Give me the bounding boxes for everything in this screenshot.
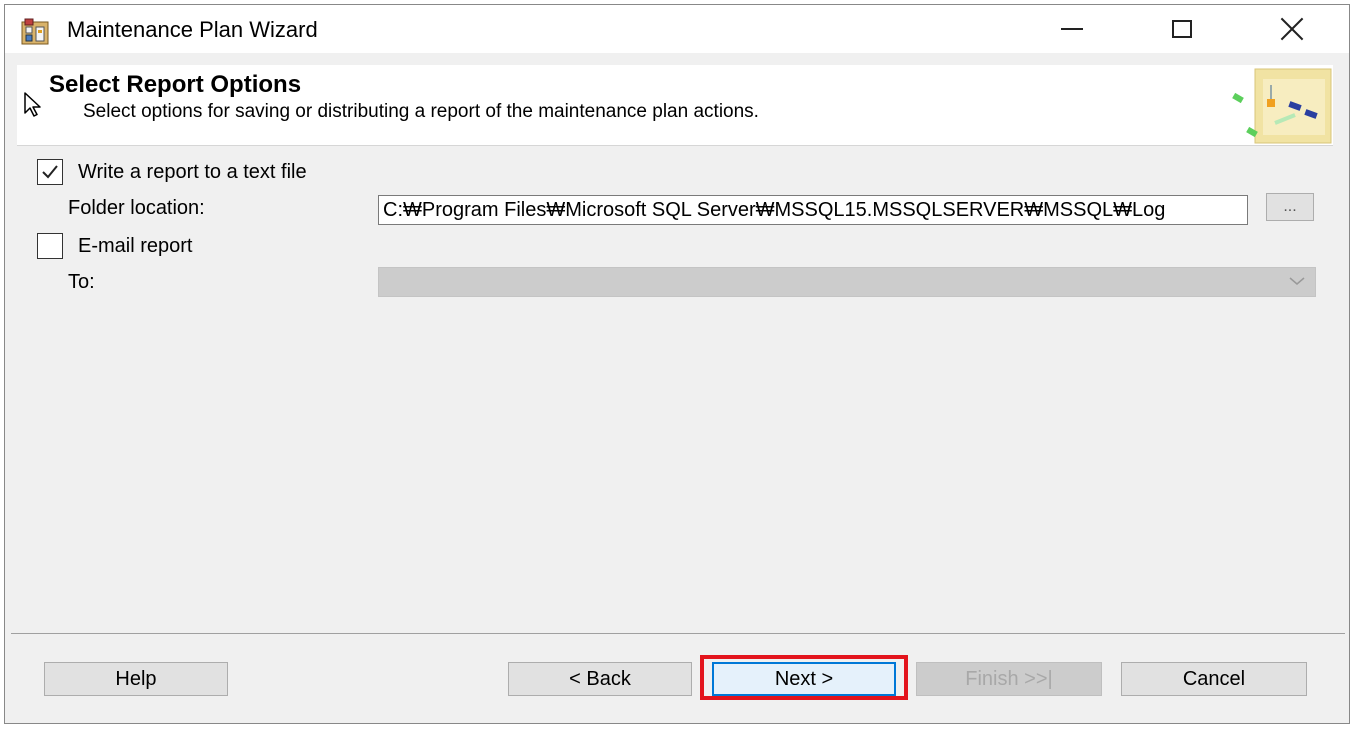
- wizard-app-icon: [21, 17, 51, 45]
- email-report-checkbox[interactable]: [37, 233, 63, 259]
- page-title: Select Report Options: [49, 71, 302, 98]
- to-operator-dropdown: [378, 267, 1316, 297]
- back-button[interactable]: < Back: [508, 662, 692, 696]
- checkmark-icon: [42, 165, 58, 179]
- footer-separator: [11, 633, 1345, 634]
- mouse-pointer-icon: [23, 91, 45, 117]
- help-button[interactable]: Help: [44, 662, 228, 696]
- maximize-button[interactable]: [1153, 5, 1211, 53]
- close-button[interactable]: [1263, 5, 1321, 53]
- browse-folder-button[interactable]: ...: [1266, 193, 1314, 221]
- email-report-label[interactable]: E-mail report: [78, 235, 192, 258]
- title-bar: Maintenance Plan Wizard: [5, 5, 1349, 53]
- chevron-down-icon: [1289, 277, 1305, 285]
- minimize-button[interactable]: [1043, 5, 1101, 53]
- write-report-label[interactable]: Write a report to a text file: [78, 161, 307, 184]
- close-icon: [1280, 17, 1304, 41]
- next-button[interactable]: Next >: [712, 662, 896, 696]
- minimize-icon: [1061, 28, 1083, 30]
- finish-button: Finish >>|: [916, 662, 1102, 696]
- wizard-window: Maintenance Plan Wizard Select Report Op…: [4, 4, 1350, 724]
- write-report-checkbox[interactable]: [37, 159, 63, 185]
- maximize-icon: [1172, 20, 1192, 38]
- folder-location-label: Folder location:: [68, 197, 205, 219]
- cancel-button[interactable]: Cancel: [1121, 662, 1307, 696]
- page-subtitle: Select options for saving or distributin…: [83, 101, 759, 122]
- window-title: Maintenance Plan Wizard: [67, 17, 318, 42]
- wizard-banner-graphic: [1225, 65, 1333, 145]
- page-header: Select Report Options Select options for…: [17, 65, 1333, 146]
- to-label: To:: [68, 271, 95, 293]
- folder-location-input[interactable]: [378, 195, 1248, 225]
